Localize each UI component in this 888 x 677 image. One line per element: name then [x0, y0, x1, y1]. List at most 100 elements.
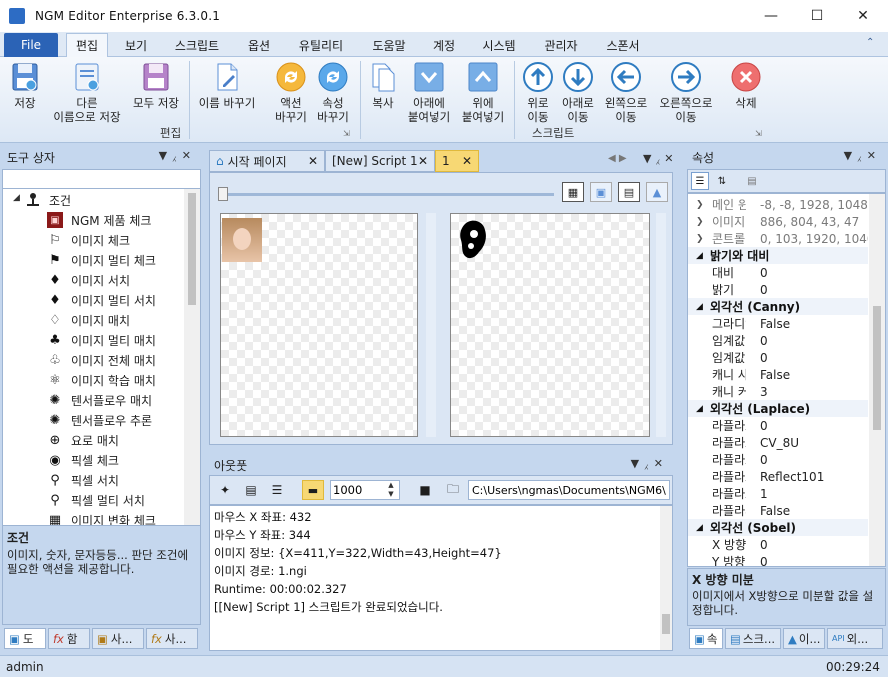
save-log-icon[interactable]: ■ — [414, 480, 436, 500]
dialog-launcher-icon[interactable]: ⇲ — [755, 129, 762, 138]
property-value[interactable]: CV_8U — [746, 436, 868, 450]
toolbox-item[interactable]: ♦ 이미지 멀티 서치 — [47, 290, 156, 310]
close-button[interactable]: ✕ — [840, 0, 886, 32]
collapse-icon[interactable]: ◢ — [688, 523, 710, 533]
toolbox-item[interactable]: ⚛ 이미지 학습 매치 — [47, 370, 156, 390]
property-row[interactable]: 그라디언트False — [688, 315, 868, 332]
scrollbar-thumb[interactable] — [188, 193, 196, 305]
property-value[interactable]: Reflect101 — [746, 470, 868, 484]
tab-utility[interactable]: 유틸리티 — [288, 33, 354, 57]
collapse-icon[interactable]: ◢ — [688, 404, 710, 414]
tab-sponsor[interactable]: 스폰서 — [596, 33, 650, 57]
tab-account[interactable]: 계정 — [422, 33, 466, 57]
move-left-button[interactable]: 왼쪽으로 이동 — [598, 61, 654, 124]
property-value[interactable]: 0 — [746, 351, 868, 365]
move-up-button[interactable]: 위로 이동 — [518, 61, 558, 124]
doc-tab-image[interactable]: 1 ✕ — [435, 150, 479, 172]
property-value[interactable]: False — [746, 317, 868, 331]
expand-toggle-icon[interactable]: ◢ — [13, 193, 20, 203]
property-pages-icon[interactable]: ▤ — [743, 172, 761, 190]
property-category[interactable]: ◢ 밝기와 대비 — [688, 247, 868, 264]
property-value[interactable]: False — [746, 504, 868, 518]
splitter[interactable] — [656, 213, 666, 437]
toolbox-item[interactable]: ♦ 이미지 서치 — [47, 270, 130, 290]
tab-file[interactable]: File — [4, 33, 58, 57]
property-value[interactable]: 0 — [746, 334, 868, 348]
expand-icon[interactable]: ❯ — [696, 234, 704, 244]
property-value[interactable]: 0, 103, 1920, 1040 — [746, 232, 868, 246]
toolbox-tab-tools[interactable]: ▣ 도 — [4, 628, 46, 649]
splitter[interactable] — [426, 213, 436, 437]
property-value[interactable]: 886, 804, 43, 47 — [746, 215, 868, 229]
panel-controls[interactable]: ▼⁁✕ — [631, 457, 669, 470]
categorized-icon[interactable]: ☰ — [691, 172, 709, 190]
property-row[interactable]: 밝기 0 — [688, 281, 868, 298]
clear-filter-icon[interactable]: ✦ — [214, 480, 236, 500]
scrollbar-thumb[interactable] — [873, 306, 881, 430]
property-row[interactable]: 라플라스 부0 — [688, 417, 868, 434]
toolbox-item[interactable]: ◉ 픽셀 체크 — [47, 450, 119, 470]
toolbox-item[interactable]: ⚲ 픽셀 서치 — [47, 470, 119, 490]
log-path-input[interactable] — [468, 480, 670, 500]
toolbox-tab-user-functions[interactable]: fx 사... — [146, 628, 198, 649]
property-value[interactable]: -8, -8, 1928, 1048 — [746, 198, 868, 212]
property-value[interactable]: 0 — [746, 283, 868, 297]
property-value[interactable]: 0 — [746, 453, 868, 467]
property-row[interactable]: 라플라스 데CV_8U — [688, 434, 868, 451]
copy-button[interactable]: 복사 — [364, 61, 402, 110]
log-file-icon[interactable]: ▤ — [240, 480, 262, 500]
property-category[interactable]: ◢ 외각선 (Laplace) — [688, 400, 868, 417]
maximize-button[interactable]: ☐ — [794, 0, 840, 32]
dialog-launcher-icon[interactable]: ⇲ — [343, 129, 350, 138]
toolbox-item[interactable]: ♣ 이미지 멀티 매치 — [47, 330, 156, 350]
property-row[interactable]: 라플라스 보Reflect101 — [688, 468, 868, 485]
paste-below-button[interactable]: 아래에 붙여넣기 — [402, 61, 456, 124]
eraser-icon[interactable]: ▬ — [302, 480, 324, 500]
property-row[interactable]: 임계값 20 — [688, 349, 868, 366]
collapse-ribbon-icon[interactable]: ⌃ — [866, 37, 874, 48]
properties-tab[interactable]: ▣ 속 — [689, 628, 723, 649]
tab-close-icon[interactable]: ✕ — [418, 154, 428, 168]
property-row[interactable]: 캐니 커널3 — [688, 383, 868, 400]
result-image-canvas[interactable] — [450, 213, 650, 437]
image-view-icon[interactable]: ▤ — [618, 182, 640, 202]
property-category[interactable]: ◢ 외각선 (Canny) — [688, 298, 868, 315]
tab-option[interactable]: 옵션 — [236, 33, 282, 57]
source-image-canvas[interactable] — [220, 213, 418, 437]
property-value[interactable]: 0 — [746, 555, 868, 567]
property-row[interactable]: 라플라스 델0 — [688, 451, 868, 468]
toolbox-item[interactable]: ⚑ 이미지 멀티 체크 — [47, 250, 156, 270]
api-tab[interactable]: API 외... — [827, 628, 883, 649]
collapse-icon[interactable]: ◢ — [688, 251, 710, 261]
toolbox-item[interactable]: ⚲ 픽셀 멀티 서치 — [47, 490, 145, 510]
tab-edit[interactable]: 편집 — [66, 33, 108, 57]
property-row[interactable]: 캐니 사용False — [688, 366, 868, 383]
toolbox-scrollbar[interactable] — [184, 189, 200, 525]
property-value[interactable]: 0 — [746, 538, 868, 552]
property-row[interactable]: 라플라시안False — [688, 502, 868, 519]
toolbox-item[interactable]: ✺ 텐서플로우 추론 — [47, 410, 153, 430]
property-value[interactable]: False — [746, 368, 868, 382]
window-icon[interactable]: ▣ — [590, 182, 612, 202]
expand-icon[interactable]: ❯ — [696, 217, 704, 227]
toolbox-item[interactable]: ▣ NGM 제품 체크 — [47, 210, 151, 230]
toolbox-search-input[interactable] — [2, 169, 201, 189]
property-row[interactable]: Y 방향 미분0 — [688, 553, 868, 567]
picture-icon[interactable]: ▲ — [646, 182, 668, 202]
minimize-button[interactable]: — — [748, 0, 794, 32]
collapse-icon[interactable]: ◢ — [688, 302, 710, 312]
paste-above-button[interactable]: 위에 붙여넣기 — [456, 61, 510, 124]
toolbox-item[interactable]: ⚐ 이미지 체크 — [47, 230, 130, 250]
toolbox-item[interactable]: ✺ 텐서플로우 매치 — [47, 390, 153, 410]
doc-panel-controls[interactable]: ▼⁁✕ — [643, 152, 678, 165]
script-tab[interactable]: ▤ 스크... — [725, 628, 781, 649]
doc-tab-script[interactable]: [New] Script 1 ✕ — [325, 150, 435, 172]
scrollbar-thumb[interactable] — [662, 614, 670, 634]
tab-close-icon[interactable]: ✕ — [308, 154, 318, 168]
tab-close-icon[interactable]: ✕ — [462, 154, 472, 168]
panel-controls[interactable]: ▼⁁✕ — [844, 149, 882, 162]
zoom-slider-track[interactable] — [222, 193, 554, 196]
toolbox-item[interactable]: ⊕ 요로 매치 — [47, 430, 119, 450]
toolbox-tab-functions[interactable]: fx 함 — [48, 628, 90, 649]
property-value[interactable]: 0 — [746, 266, 868, 280]
